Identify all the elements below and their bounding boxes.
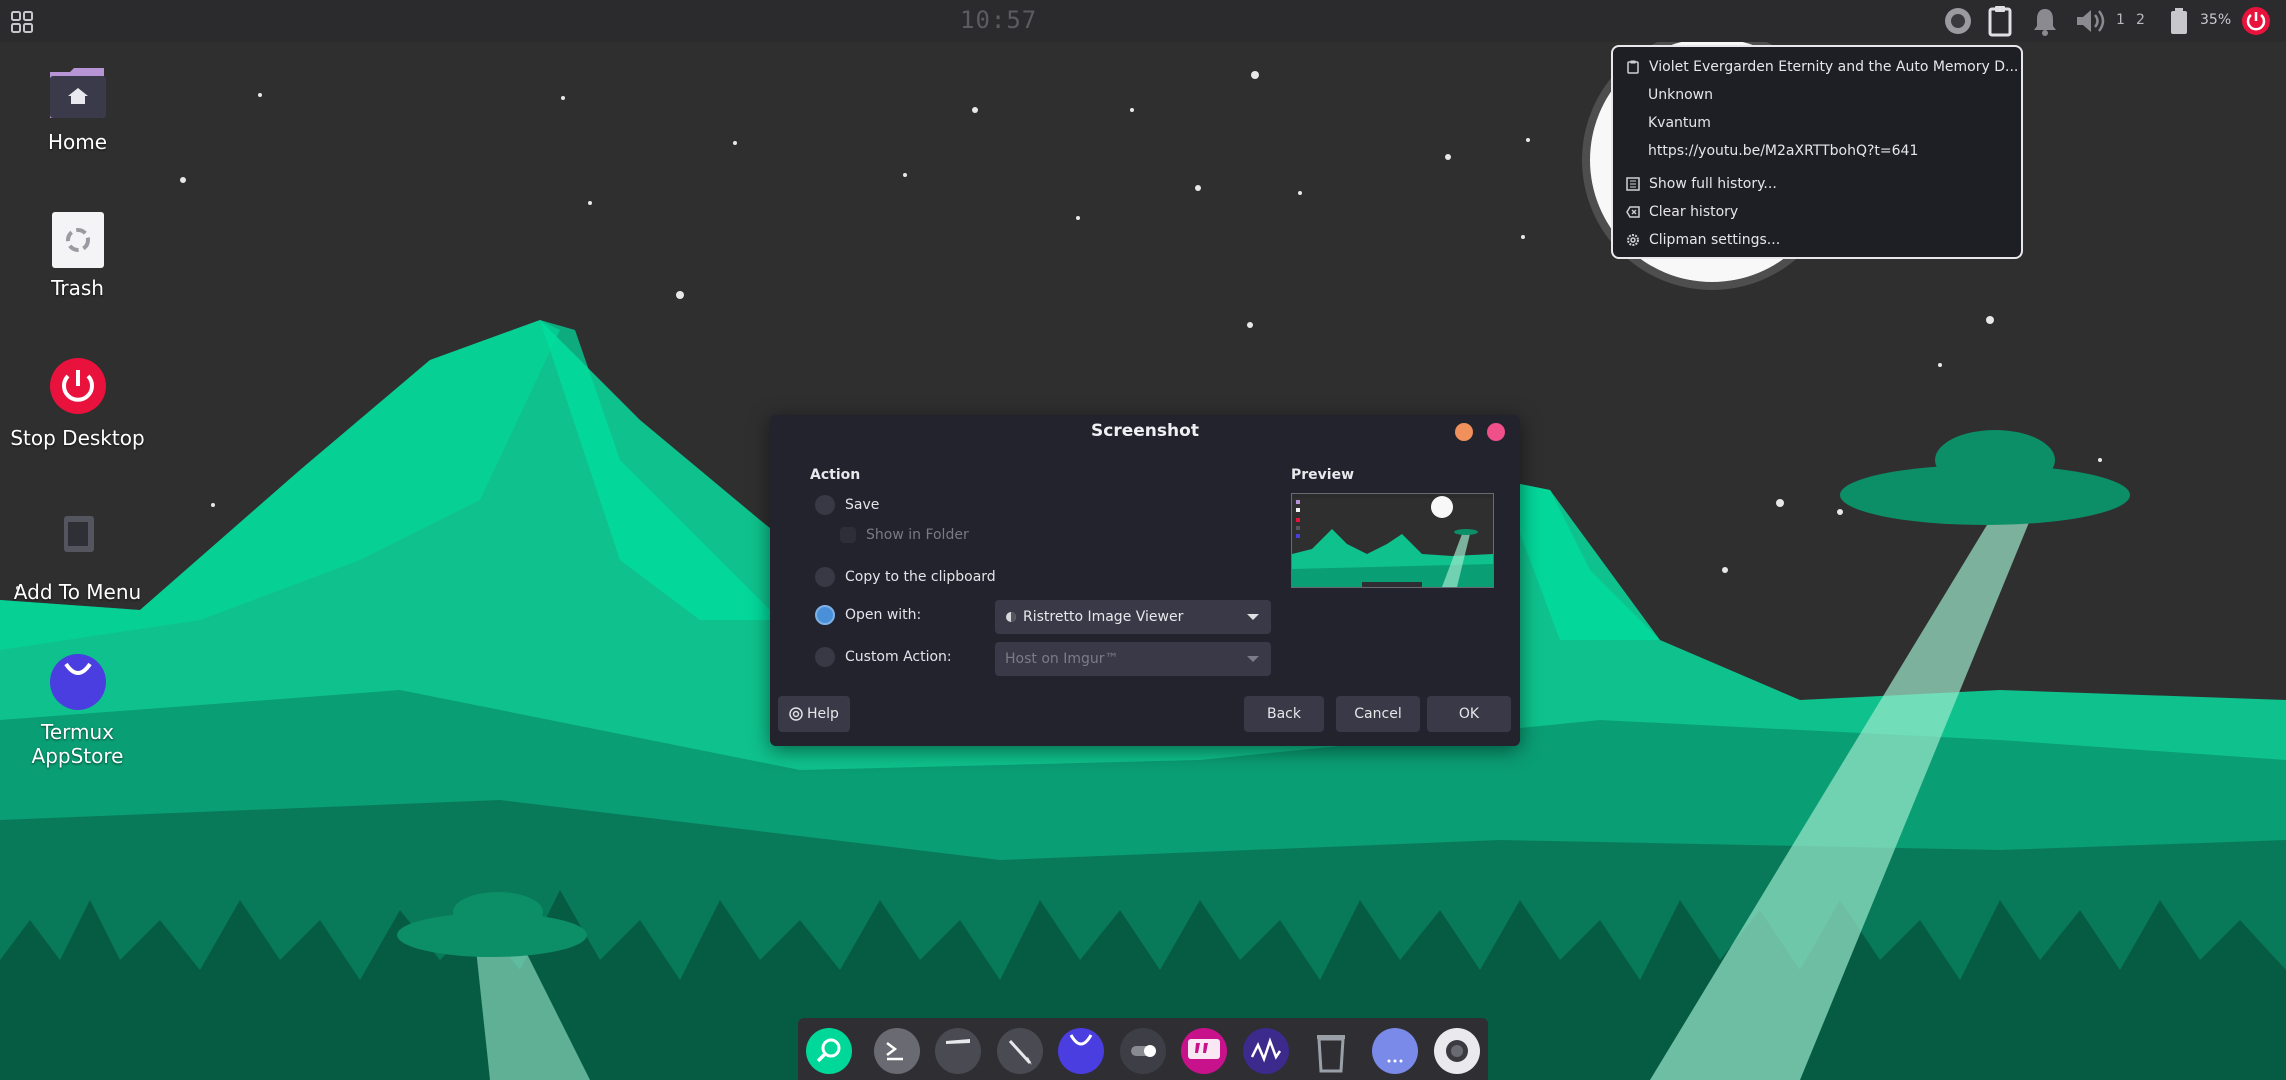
chevron-down-icon	[1247, 656, 1259, 662]
custom-action-radio[interactable]	[815, 647, 835, 667]
help-button[interactable]: Help	[778, 696, 850, 732]
screenshot-app-icon[interactable]	[1433, 1027, 1481, 1075]
clipboard-history-item[interactable]: https://youtu.be/M2aXRTTbohQ?t=641	[1648, 140, 1918, 162]
custom-action-option[interactable]: Custom Action:	[815, 647, 952, 667]
appstore-icon	[46, 652, 110, 716]
add-to-menu-icon	[46, 512, 110, 576]
desktop-icon-add-to-menu[interactable]: Add To Menu	[10, 512, 145, 604]
top-panel: 10:57 1 2 35%	[0, 0, 2286, 42]
show-in-folder-option: Show in Folder	[840, 527, 969, 543]
ok-button[interactable]: OK	[1427, 696, 1511, 732]
dialog-title: Screenshot	[1091, 421, 1199, 441]
clipboard-history-item[interactable]: Kvantum	[1648, 112, 1711, 134]
clear-history-item[interactable]: Clear history	[1625, 201, 1738, 223]
clipboard-icon	[1625, 59, 1641, 75]
show-in-folder-checkbox	[840, 527, 856, 543]
open-with-option[interactable]: Open with:	[815, 605, 921, 625]
bell-icon[interactable]	[2030, 4, 2060, 38]
action-heading: Action	[810, 467, 861, 483]
workspace-2[interactable]: 2	[2136, 12, 2145, 28]
help-icon	[789, 707, 803, 721]
screenshot-preview	[1291, 493, 1494, 588]
power-icon[interactable]	[2240, 4, 2272, 38]
history-icon	[1625, 176, 1641, 192]
gear-icon	[1625, 232, 1641, 248]
save-radio[interactable]	[815, 495, 835, 515]
custom-action-dropdown: Host on Imgur™	[995, 642, 1271, 676]
desktop-icon-label: Home	[47, 130, 108, 154]
file-manager-icon[interactable]	[934, 1027, 982, 1075]
desktop-icon-trash[interactable]: Trash	[10, 208, 145, 300]
desktop-icon-stop-desktop[interactable]: Stop Desktop	[10, 358, 145, 450]
copy-to-clipboard-option[interactable]: Copy to the clipboard	[815, 567, 996, 587]
open-with-radio[interactable]	[815, 605, 835, 625]
drive-icon[interactable]	[1371, 1027, 1419, 1075]
preview-heading: Preview	[1291, 467, 1355, 483]
desktop-icon-label: Trash	[51, 276, 104, 300]
desktop-icon-label: Termux AppStore	[31, 720, 124, 768]
save-option[interactable]: Save	[815, 495, 879, 515]
back-button[interactable]: Back	[1244, 696, 1324, 732]
battery-icon[interactable]	[2168, 4, 2190, 38]
home-folder-icon	[46, 62, 110, 126]
desktop-icon-termux-appstore[interactable]: Termux AppStore	[10, 652, 145, 768]
audio-app-icon[interactable]	[1242, 1027, 1290, 1075]
clipman-menu: Violet Evergarden Eternity and the Auto …	[1611, 45, 2023, 259]
battery-percentage: 35%	[2200, 12, 2232, 28]
close-button[interactable]	[1487, 423, 1505, 441]
clipman-settings-item[interactable]: Clipman settings...	[1625, 229, 1780, 251]
appstore-icon[interactable]	[1057, 1027, 1105, 1075]
desktop-icon-home[interactable]: Home	[10, 62, 145, 154]
open-with-dropdown[interactable]: Ristretto Image Viewer	[995, 600, 1271, 634]
desktop-icon-label: Stop Desktop	[10, 426, 145, 450]
settings-toggle-icon[interactable]	[1119, 1027, 1167, 1075]
cancel-button[interactable]: Cancel	[1336, 696, 1420, 732]
text-editor-icon[interactable]	[996, 1027, 1044, 1075]
apps-menu-icon[interactable]	[8, 9, 36, 35]
clipboard-history-item[interactable]: Violet Evergarden Eternity and the Auto …	[1625, 56, 2018, 78]
clipboard-history-item[interactable]: Unknown	[1648, 84, 1713, 106]
copy-radio[interactable]	[815, 567, 835, 587]
clock[interactable]: 10:57	[960, 6, 1037, 34]
clipboard-icon[interactable]	[1985, 4, 2015, 38]
trash-icon	[46, 208, 110, 272]
workspace-1[interactable]: 1	[2116, 12, 2125, 28]
quotes-app-icon[interactable]	[1180, 1027, 1228, 1075]
ristretto-icon	[1005, 611, 1017, 623]
record-icon[interactable]	[1942, 4, 1974, 38]
terminal-icon[interactable]	[873, 1027, 921, 1075]
minimize-button[interactable]	[1455, 423, 1473, 441]
trash-icon[interactable]	[1307, 1027, 1355, 1075]
chevron-down-icon	[1247, 614, 1259, 620]
clear-icon	[1625, 204, 1641, 220]
show-full-history-item[interactable]: Show full history...	[1625, 173, 1777, 195]
desktop-icon-label: Add To Menu	[13, 580, 142, 604]
power-icon	[46, 358, 110, 422]
volume-icon[interactable]	[2074, 4, 2108, 38]
search-app-icon[interactable]	[805, 1027, 853, 1075]
